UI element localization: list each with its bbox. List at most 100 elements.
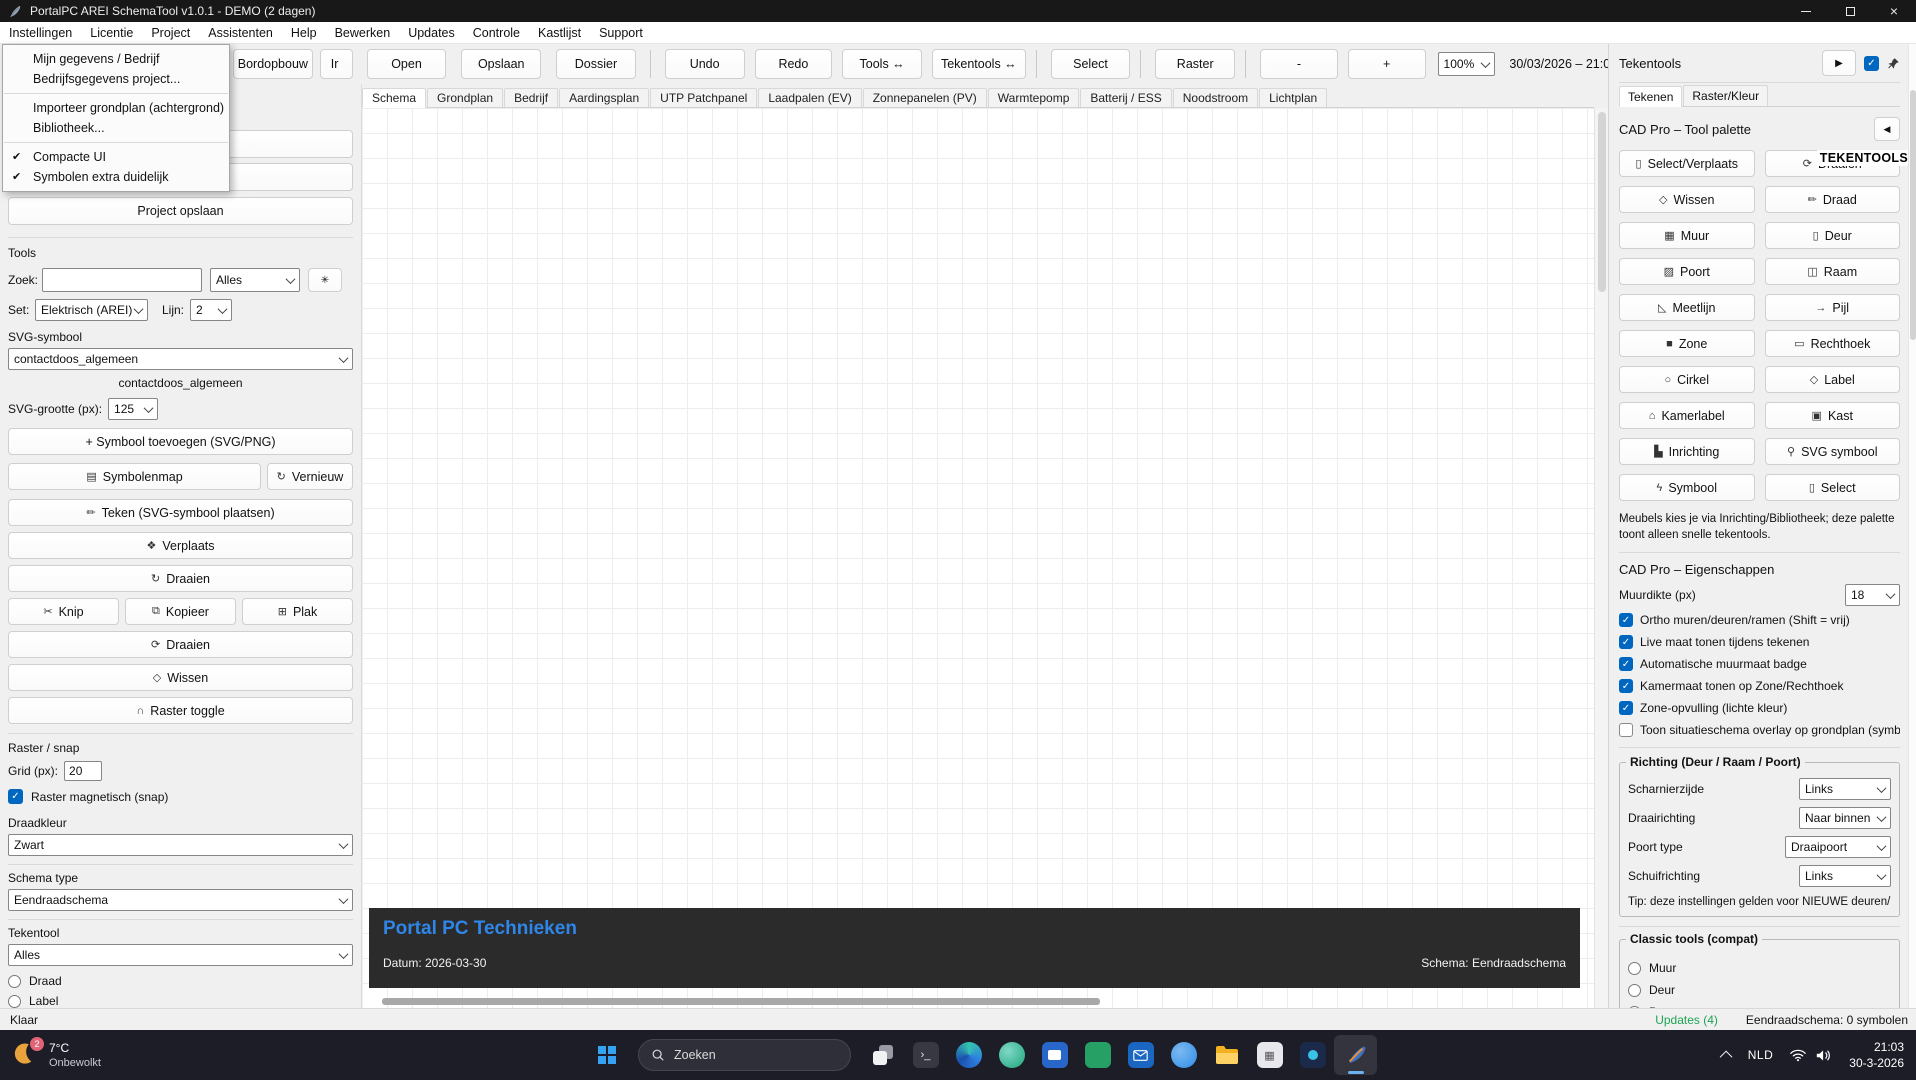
lijn-select[interactable]: 2 [190,299,232,321]
tab-lichtplan[interactable]: Lichtplan [1259,88,1327,107]
wifi-icon[interactable] [1789,1049,1807,1062]
panel-scrollbar[interactable] [1908,44,1916,1008]
undo-button[interactable]: Undo [665,49,745,79]
tools-toggle-button[interactable]: Tools ↔ [842,49,922,79]
taskbar-app-store[interactable] [1033,1035,1076,1075]
tool-select-verplaats-button[interactable]: ▯Select/Verplaats [1619,150,1755,177]
draadkleur-select[interactable]: Zwart [8,834,353,856]
dossier-button[interactable]: Dossier [556,49,636,79]
draaien-button[interactable]: ↻ Draaien [8,565,353,592]
raster-toggle-button[interactable]: ∩ Raster toggle [8,697,353,724]
tool-select-button[interactable]: ▯Select [1765,474,1901,501]
schema-canvas[interactable]: Portal PC Technieken Datum: 2026-03-30 S… [362,108,1594,1008]
kopieer-button[interactable]: ⧉ Kopieer [125,598,236,625]
taskbar-app-globe[interactable] [990,1035,1033,1075]
tab-tekenen[interactable]: Tekenen [1619,86,1682,107]
raster-button[interactable]: Raster [1155,49,1235,79]
tool-svg-symbool-button[interactable]: ⚲SVG symbool [1765,438,1901,465]
tool-raam-button[interactable]: ◫Raam [1765,258,1901,285]
start-button[interactable] [585,1035,628,1075]
zoom-in-button[interactable]: + [1348,49,1426,79]
tray-chevron-up-icon[interactable] [1719,1050,1732,1063]
muurmaat-badge-checkbox[interactable]: ✓ [1619,657,1633,671]
tool-pijl-button[interactable]: →Pijl [1765,294,1901,321]
live-maat-checkbox[interactable]: ✓ [1619,635,1633,649]
menuitem-mijn-gegevens[interactable]: Mijn gegevens / Bedrijf [3,49,229,69]
tool-symbool-button[interactable]: ϟSymbool [1619,474,1755,501]
opslaan-button[interactable]: Opslaan [461,49,541,79]
tab-laadpalen[interactable]: Laadpalen (EV) [758,88,861,107]
menuitem-compacte-ui[interactable]: ✔Compacte UI [3,147,229,167]
weather-widget[interactable]: 2 7°C Onbewolkt [12,1030,101,1080]
tab-raster-kleur[interactable]: Raster/Kleur [1683,85,1768,106]
wissen-button[interactable]: ◇ Wissen [8,664,353,691]
kamermaat-checkbox[interactable]: ✓ [1619,679,1633,693]
favorite-star-button[interactable]: ✳ [308,268,342,292]
menu-instellingen[interactable]: Instellingen [0,22,81,43]
tab-zonnepanelen[interactable]: Zonnepanelen (PV) [863,88,987,107]
taskbar-app-green[interactable] [1076,1035,1119,1075]
menuitem-bedrijfsgegevens[interactable]: Bedrijfsgegevens project... [3,69,229,89]
keyboard-language[interactable]: NLD [1748,1048,1774,1062]
tab-batterij-ess[interactable]: Batterij / ESS [1080,88,1171,107]
vertical-scrollbar-thumb[interactable] [1598,112,1606,292]
menu-bewerken[interactable]: Bewerken [326,22,400,43]
zoek-input[interactable] [42,268,202,292]
tool-rechthoek-button[interactable]: ▭Rechthoek [1765,330,1901,357]
volume-icon[interactable] [1815,1049,1833,1062]
schuifrichting-select[interactable]: Links [1799,865,1891,887]
plak-button[interactable]: ⊞ Plak [242,598,353,625]
symbool-toevoegen-button[interactable]: + Symbool toevoegen (SVG/PNG) [8,428,353,455]
classic-muur-radio[interactable] [1628,962,1641,975]
zone-opvulling-checkbox[interactable]: ✓ [1619,701,1633,715]
tool-label-button[interactable]: ◇Label [1765,366,1901,393]
tekentools-toggle-button[interactable]: Tekentools ↔ [932,49,1026,79]
menu-support[interactable]: Support [590,22,652,43]
verplaats-button[interactable]: ❖ Verplaats [8,532,353,559]
tool-wissen-button[interactable]: ◇Wissen [1619,186,1755,213]
clipped-toolbar-button[interactable]: Ir [320,49,353,79]
scharnierzijde-select[interactable]: Links [1799,778,1891,800]
select-button[interactable]: Select [1051,49,1131,79]
knip-button[interactable]: ✂ Knip [8,598,119,625]
taskbar-app-blue-circle[interactable] [1162,1035,1205,1075]
tool-cirkel-button[interactable]: ○Cirkel [1619,366,1755,393]
redo-button[interactable]: Redo [755,49,833,79]
task-view-button[interactable] [861,1035,904,1075]
draad-radio[interactable] [8,975,21,988]
situatieschema-overlay-checkbox[interactable] [1619,723,1633,737]
zoom-out-button[interactable]: - [1260,49,1338,79]
draaien2-button[interactable]: ⟳ Draaien [8,631,353,658]
filter-select[interactable]: Alles [210,268,300,292]
tray-clock[interactable]: 21:03 30-3-2026 [1849,1039,1904,1071]
taskbar-app-terminal[interactable]: ›_ [904,1035,947,1075]
poort-type-select[interactable]: Draaipoort [1785,836,1891,858]
menuitem-symbolen-extra-duidelijk[interactable]: ✔Symbolen extra duidelijk [3,167,229,187]
bordopbouw-button[interactable]: Bordopbouw [233,49,313,79]
taskbar-search[interactable]: Zoeken [638,1039,851,1071]
snap-checkbox[interactable]: ✓ [8,789,23,804]
taskbar-app-dark-blue[interactable] [1291,1035,1334,1075]
tekentool-select[interactable]: Alles [8,944,353,966]
menuitem-bibliotheek[interactable]: Bibliotheek... [3,118,229,138]
taskbar-app-outlook[interactable] [1119,1035,1162,1075]
project-opslaan-button[interactable]: Project opslaan [8,197,353,225]
tool-zone-button[interactable]: ■Zone [1619,330,1755,357]
vernieuw-button[interactable]: ↻ Vernieuw [267,463,353,490]
menuitem-importeer-grondplan[interactable]: Importeer grondplan (achtergrond) [3,98,229,118]
tab-schema[interactable]: Schema [362,88,426,108]
tool-draad-button[interactable]: ✏Draad [1765,186,1901,213]
teken-button[interactable]: ✏ Teken (SVG-symbool plaatsen) [8,499,353,526]
tab-warmtepomp[interactable]: Warmtepomp [988,88,1080,107]
tool-inrichting-button[interactable]: ▙Inrichting [1619,438,1755,465]
draairichting-select[interactable]: Naar binnen [1799,807,1891,829]
grid-px-input[interactable]: 20 [64,761,102,781]
taskbar-app-light[interactable]: ▦ [1248,1035,1291,1075]
taskbar-app-explorer[interactable] [1205,1035,1248,1075]
taskbar-app-edge[interactable] [947,1035,990,1075]
panel-collapse-button[interactable]: ▶ [1822,50,1856,76]
schema-type-select[interactable]: Eendraadschema [8,889,353,911]
tab-grondplan[interactable]: Grondplan [427,88,503,107]
menu-licentie[interactable]: Licentie [81,22,142,43]
maximize-button[interactable] [1828,0,1872,22]
